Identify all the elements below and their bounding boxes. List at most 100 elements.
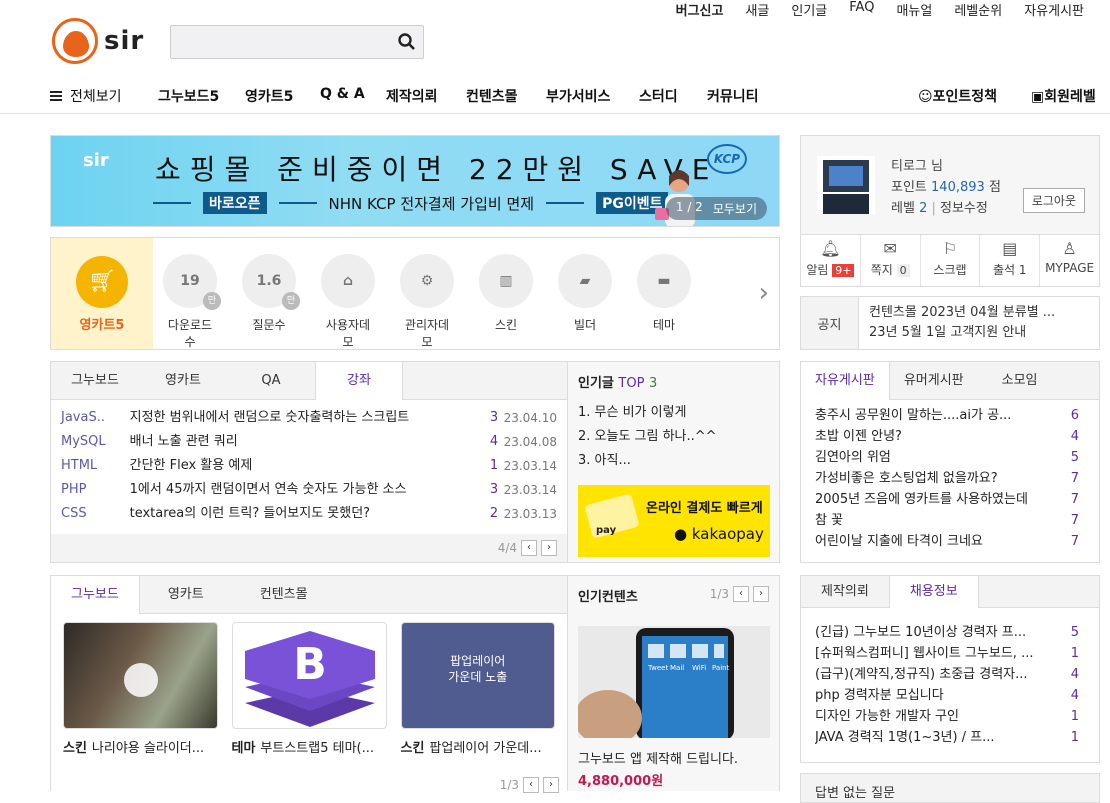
post-title[interactable]: 1에서 45까지 랜덤이면서 연속 숫자도 가능한 소스 bbox=[130, 478, 479, 502]
list-item[interactable]: 디자인 가능한 개발자 구인 1 bbox=[801, 706, 1099, 727]
scrap-button[interactable]: ⚐ 스크랩 bbox=[921, 235, 981, 286]
list-item[interactable]: 충주시 공무원이 말하는....ai가 공... 6 bbox=[801, 405, 1099, 426]
post-title[interactable]: 지정한 범위내에서 랜덤으로 숫자출력하는 스크립트 bbox=[130, 406, 479, 430]
banner-view-all[interactable]: 모두보기 bbox=[713, 200, 757, 217]
unanswered-questions-header[interactable]: 답변 없는 질문 bbox=[800, 773, 1100, 803]
post-title[interactable]: 김연아의 위엄 bbox=[815, 447, 1067, 468]
nav-item-request[interactable]: 제작의뢰 bbox=[386, 86, 438, 106]
list-item[interactable]: (급구)(계약직,정규직) 초중급 경력자... 4 bbox=[801, 664, 1099, 685]
list-item[interactable]: php 경력자분 모십니다 4 bbox=[801, 685, 1099, 706]
list-item[interactable]: (긴급) 그누보드 10년이상 경력자 프... 5 bbox=[801, 622, 1099, 643]
shortcut-user-demo[interactable]: ⌂ 사용자데모 bbox=[321, 254, 375, 350]
avatar[interactable] bbox=[817, 156, 875, 214]
kakaopay-ad[interactable]: pay 온라인 결제도 빠르게 ● kakaopay bbox=[578, 485, 770, 557]
content-caption[interactable]: 그누보드 앱 제작해 드립니다. bbox=[578, 748, 738, 767]
list-item[interactable]: 어린이날 지출에 타격이 크네요 7 bbox=[801, 531, 1099, 552]
tab-jobs[interactable]: 채용정보 bbox=[888, 576, 979, 608]
shortcut-skin[interactable]: ▥ 스킨 bbox=[479, 254, 533, 350]
tab-free-board[interactable]: 자유게시판 bbox=[801, 362, 890, 400]
popular-item[interactable]: 1. 무슨 비가 이렇게 bbox=[568, 401, 779, 425]
notice-item[interactable]: 컨텐츠몰 2023년 04월 분류별 ... bbox=[869, 303, 1055, 323]
tab-gnuboard[interactable]: 그누보드 bbox=[51, 576, 140, 614]
search-input[interactable] bbox=[171, 26, 381, 56]
gallery-item[interactable]: 팝업레이어 가운데 노출 스킨 팝업레이어 가운데... bbox=[400, 622, 555, 756]
tab-youngcart[interactable]: 영카트 bbox=[139, 362, 227, 399]
nav-item-qa[interactable]: Q & A bbox=[320, 86, 365, 102]
post-title[interactable]: textarea의 이런 트릭? 들어보지도 못했던? bbox=[130, 502, 479, 526]
search-icon[interactable] bbox=[397, 32, 417, 52]
list-item[interactable]: PHP 1에서 45까지 랜덤이면서 연속 숫자도 가능한 소스 3 23.03.14 bbox=[51, 478, 567, 502]
next-page-button[interactable]: › bbox=[541, 540, 557, 556]
shortcut-builder[interactable]: ▰ 빌더 bbox=[558, 254, 612, 350]
top-link-faq[interactable]: FAQ bbox=[849, 0, 874, 16]
shortcut-admin-demo[interactable]: ⚙ 관리자데모 bbox=[400, 254, 454, 350]
shortcut-theme[interactable]: ▬ 테마 bbox=[637, 254, 691, 350]
list-item[interactable]: 가성비좋은 호스팅업체 없을까요? 7 bbox=[801, 468, 1099, 489]
prev-page-button[interactable]: ‹ bbox=[733, 586, 749, 602]
nav-all-menu[interactable]: 전체보기 bbox=[50, 86, 122, 106]
tab-small-group[interactable]: 소모임 bbox=[978, 362, 1052, 399]
post-title[interactable]: 참 꽃 bbox=[815, 510, 1067, 531]
nav-item-youngcart5[interactable]: 영카트5 bbox=[245, 86, 293, 106]
chevron-right-icon[interactable]: › bbox=[759, 278, 769, 308]
top-link-manual[interactable]: 매뉴얼 bbox=[896, 0, 932, 19]
tab-qa[interactable]: QA bbox=[227, 362, 315, 399]
list-item[interactable]: HTML 간단한 Flex 활용 예제 1 23.03.14 bbox=[51, 454, 567, 478]
list-item[interactable]: 참 꽃7 bbox=[801, 510, 1099, 531]
youngcart-main[interactable]: 🛒︎ 영카트5 bbox=[51, 238, 153, 349]
post-title[interactable]: 초밥 이젠 안녕? bbox=[815, 426, 1067, 447]
tab-humor-board[interactable]: 유머게시판 bbox=[890, 362, 978, 399]
popular-item[interactable]: 2. 오늘도 그림 하나..^^ bbox=[568, 425, 779, 449]
post-title[interactable]: 어린이날 지출에 타격이 크네요 bbox=[815, 531, 1067, 552]
post-title[interactable]: (긴급) 그누보드 10년이상 경력자 프... bbox=[815, 622, 1067, 643]
list-item[interactable]: 김연아의 위엄 5 bbox=[801, 447, 1099, 468]
tab-lecture[interactable]: 강좌 bbox=[315, 362, 403, 400]
list-item[interactable]: [슈퍼웍스컴퍼니] 웹사이트 그누보드, ... 1 bbox=[801, 643, 1099, 664]
post-title[interactable]: 충주시 공무원이 말하는....ai가 공... bbox=[815, 405, 1067, 426]
gallery-item[interactable]: B 테마 부트스트랩5 테마(... bbox=[231, 622, 387, 756]
profile-name[interactable]: 티로그 님 bbox=[891, 156, 1001, 177]
list-item[interactable]: 초밥 이젠 안녕? 4 bbox=[801, 426, 1099, 447]
top-link-free-board[interactable]: 자유게시판 bbox=[1024, 0, 1084, 19]
post-title[interactable]: 배너 노출 관련 쿼리 bbox=[130, 430, 479, 454]
tab-contents-mall[interactable]: 컨텐츠몰 bbox=[232, 576, 336, 613]
notice-item[interactable]: 23년 5월 1일 고객지원 안내 bbox=[869, 323, 1055, 343]
top-link-popular[interactable]: 인기글 bbox=[791, 0, 827, 19]
content-thumb-image[interactable]: Tweet Mail WiFi Paint bbox=[578, 626, 770, 738]
nav-item-gnuboard5[interactable]: 그누보드5 bbox=[158, 86, 219, 106]
banner-pager[interactable]: 1 / 2 모두보기 bbox=[665, 197, 767, 220]
promo-banner[interactable]: sir 쇼핑몰 준비중이면 22만원 SAVE 바로오픈 NHN KCP 전자결… bbox=[50, 135, 780, 227]
notification-button[interactable]: 🔔︎ 알림 9+ bbox=[801, 235, 861, 286]
mypage-button[interactable]: ♙ MYPAGE bbox=[1040, 235, 1099, 286]
popular-item[interactable]: 3. 아직... bbox=[568, 449, 779, 473]
top-link-new[interactable]: 새글 bbox=[745, 0, 769, 19]
post-title[interactable]: 디자인 가능한 개발자 구인 bbox=[815, 706, 1067, 727]
list-item[interactable]: JAVA 경력직 1명(1~3년) / 프... 1 bbox=[801, 727, 1099, 748]
post-title[interactable]: 가성비좋은 호스팅업체 없을까요? bbox=[815, 468, 1067, 489]
tab-youngcart[interactable]: 영카트 bbox=[140, 576, 232, 613]
list-item[interactable]: JavaS.. 지정한 범위내에서 랜덤으로 숫자출력하는 스크립트 3 23.04.… bbox=[51, 406, 567, 430]
list-item[interactable]: 2005년 즈음에 영카트를 사용하였는데 7 bbox=[801, 489, 1099, 510]
profile-edit-link[interactable]: 정보수정 bbox=[940, 201, 988, 216]
attendance-button[interactable]: ▤ 출석 1 bbox=[980, 235, 1041, 286]
post-title[interactable]: 2005년 즈음에 영카트를 사용하였는데 bbox=[815, 489, 1067, 510]
top-link-level-rank[interactable]: 레벨순위 bbox=[954, 0, 1002, 19]
shortcut-questions[interactable]: 1.6 만 질문수 bbox=[242, 254, 300, 350]
nav-item-community[interactable]: 커뮤니티 bbox=[707, 86, 759, 106]
list-item[interactable]: CSS textarea의 이런 트릭? 들어보지도 못했던? 2 23.03.13 bbox=[51, 502, 567, 526]
tab-gnuboard[interactable]: 그누보드 bbox=[51, 362, 139, 399]
nav-member-level[interactable]: ▣회원레벨 bbox=[1031, 86, 1096, 106]
post-title[interactable]: php 경력자분 모십니다 bbox=[815, 685, 1067, 706]
list-item[interactable]: MySQL 배너 노출 관련 쿼리 4 23.04.08 bbox=[51, 430, 567, 454]
top-link-bug[interactable]: 버그신고 bbox=[676, 0, 724, 19]
site-logo[interactable]: sir bbox=[52, 18, 152, 64]
post-title[interactable]: JAVA 경력직 1명(1~3년) / 프... bbox=[815, 727, 1067, 748]
nav-item-study[interactable]: 스터디 bbox=[639, 86, 678, 106]
nav-item-extra-service[interactable]: 부가서비스 bbox=[546, 86, 610, 106]
post-title[interactable]: [슈퍼웍스컴퍼니] 웹사이트 그누보드, ... bbox=[815, 643, 1067, 664]
shortcut-downloads[interactable]: 19 만 다운로드수 bbox=[163, 254, 221, 350]
message-button[interactable]: ✉ 쪽지 0 bbox=[861, 235, 921, 286]
gallery-item[interactable]: 스킨 나리야용 슬라이더... bbox=[63, 622, 218, 756]
post-title[interactable]: (급구)(계약직,정규직) 초중급 경력자... bbox=[815, 664, 1067, 685]
logout-button[interactable]: 로그아웃 bbox=[1022, 188, 1085, 213]
